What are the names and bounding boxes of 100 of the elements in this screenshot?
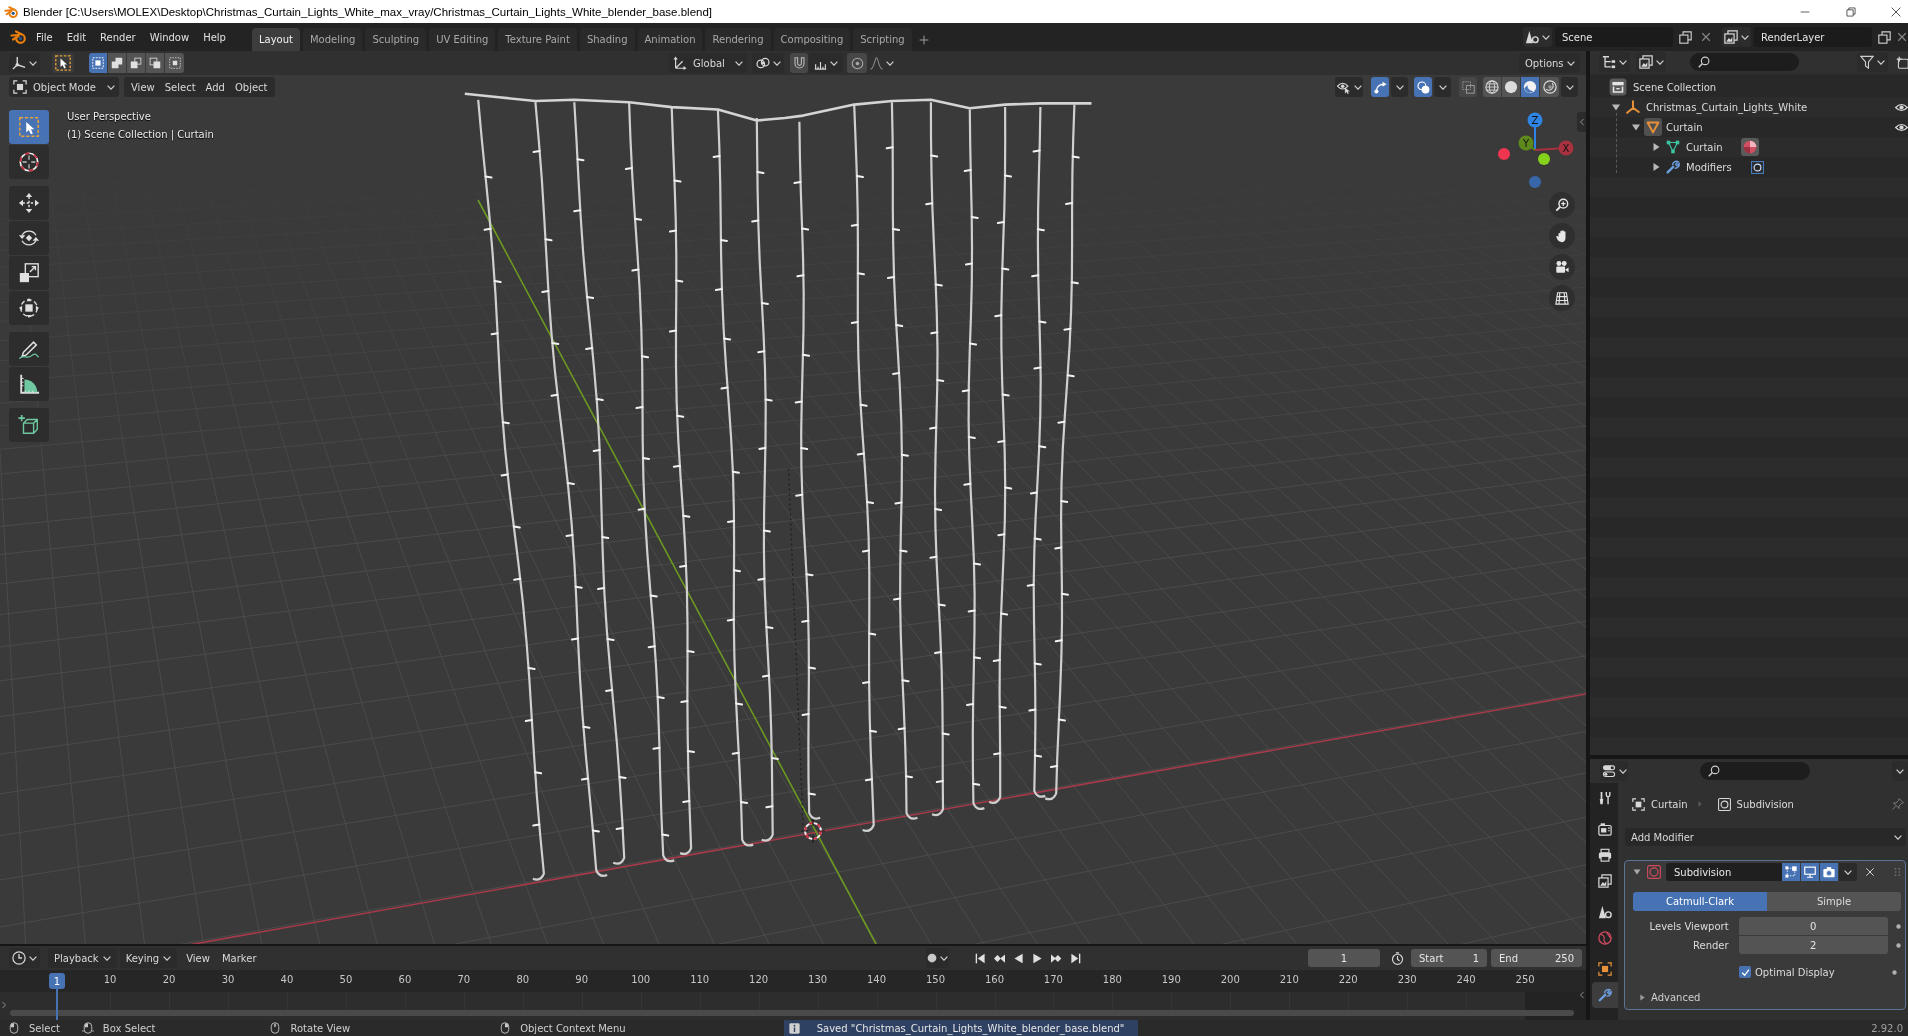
- workspace-tab[interactable]: Animation: [637, 28, 703, 51]
- expand-arrow-icon[interactable]: [1639, 993, 1646, 1001]
- collapse-arrow-icon[interactable]: [1612, 103, 1620, 111]
- modifier-name-field[interactable]: Subdivision: [1666, 863, 1782, 881]
- tool-button[interactable]: [9, 110, 49, 144]
- visibility-dropdown[interactable]: [1335, 77, 1363, 97]
- light-curtain-drawing[interactable]: [464, 92, 1092, 881]
- menu-dropdown[interactable]: Playback: [48, 948, 117, 968]
- menu-item[interactable]: Help: [196, 26, 233, 48]
- tool-button[interactable]: [9, 221, 49, 255]
- tool-button[interactable]: [9, 291, 49, 325]
- filter-dropdown[interactable]: [1857, 52, 1888, 72]
- tool-button[interactable]: [9, 408, 49, 442]
- outliner-item[interactable]: Modifiers: [1686, 161, 1732, 173]
- workspace-tab[interactable]: Scripting: [853, 28, 912, 51]
- tool-button[interactable]: [9, 145, 49, 179]
- active-tool-button[interactable]: [52, 53, 74, 73]
- menu-item[interactable]: Add: [200, 77, 230, 97]
- tool-button[interactable]: [9, 186, 49, 220]
- perspective-toggle-button[interactable]: [1549, 285, 1575, 311]
- render-toggle[interactable]: [1820, 863, 1839, 881]
- subdivision-type-button[interactable]: Simple: [1767, 892, 1901, 911]
- negative-y-handle[interactable]: [1538, 153, 1550, 165]
- overlay-options-dropdown[interactable]: [1434, 77, 1451, 97]
- workspace-tab[interactable]: Rendering: [705, 28, 771, 51]
- y-axis-handle[interactable]: Y: [1518, 135, 1536, 151]
- negative-x-handle[interactable]: [1498, 148, 1510, 160]
- camera-view-button[interactable]: [1549, 254, 1575, 280]
- expand-arrow-icon[interactable]: [1652, 143, 1660, 151]
- search-field[interactable]: [1690, 53, 1799, 71]
- menu-item[interactable]: Marker: [215, 948, 263, 968]
- menu-item[interactable]: View: [126, 77, 160, 97]
- menu-item[interactable]: Select: [159, 77, 201, 97]
- mode-dropdown[interactable]: Object Mode: [9, 77, 119, 97]
- horizontal-scrollbar[interactable]: [10, 1010, 1574, 1016]
- pan-button[interactable]: [1549, 223, 1575, 249]
- search-field[interactable]: [1700, 762, 1810, 780]
- workspace-tab[interactable]: Modeling: [302, 28, 363, 51]
- select-mode-button[interactable]: [165, 53, 184, 73]
- current-frame-field[interactable]: 1: [1308, 949, 1380, 967]
- menu-item[interactable]: Edit: [59, 26, 94, 48]
- workspace-tab[interactable]: Sculpting: [365, 28, 427, 51]
- menu-item[interactable]: Render: [93, 26, 143, 48]
- gizmo-options-dropdown[interactable]: [1391, 77, 1408, 97]
- menu-item[interactable]: Object: [229, 77, 273, 97]
- snap-target-dropdown[interactable]: [809, 53, 843, 73]
- checkbox[interactable]: [1739, 966, 1751, 978]
- outliner-item[interactable]: Curtain: [1666, 121, 1703, 133]
- pivot-dropdown[interactable]: [752, 53, 784, 73]
- view-layer-name-field[interactable]: RenderLayer: [1754, 27, 1872, 47]
- options-dropdown[interactable]: [1892, 761, 1908, 781]
- tool-button[interactable]: [9, 332, 49, 366]
- subpanel-header[interactable]: Advanced: [1651, 991, 1701, 1003]
- zoom-button[interactable]: [1549, 192, 1575, 218]
- sidebar-toggle[interactable]: [1577, 112, 1586, 132]
- view-layer-browse-button[interactable]: [1722, 27, 1751, 47]
- workspace-tab[interactable]: Layout: [251, 28, 300, 51]
- shading-mode-button[interactable]: [1521, 77, 1540, 97]
- menu-item[interactable]: View: [180, 948, 216, 968]
- modifier-menu-dropdown[interactable]: [1839, 863, 1857, 881]
- proportional-edit-toggle[interactable]: [847, 53, 867, 73]
- subdivision-type-button[interactable]: Catmull-Clark: [1633, 892, 1767, 911]
- overlay-toggle[interactable]: [1414, 77, 1432, 97]
- workspace-tab[interactable]: Compositing: [773, 28, 851, 51]
- negative-z-handle[interactable]: [1529, 176, 1541, 188]
- menu-dropdown[interactable]: Keying: [119, 948, 178, 968]
- workspace-tab[interactable]: Texture Paint: [498, 28, 577, 51]
- shading-options-dropdown[interactable]: [1561, 77, 1578, 97]
- editor-type-button[interactable]: [9, 948, 40, 968]
- 3d-viewport[interactable]: Global Options Object Mode View Select Add Object User Perspective (1) Scene Collection | Curtain Z Y X: [0, 51, 1586, 944]
- tool-button[interactable]: [9, 367, 49, 401]
- number-field[interactable]: 2: [1738, 936, 1888, 954]
- xray-toggle[interactable]: [1459, 77, 1477, 97]
- collapse-arrow-icon[interactable]: [1632, 123, 1640, 131]
- record-button[interactable]: [925, 948, 949, 968]
- scene-browse-button[interactable]: [1523, 27, 1552, 47]
- menu-item[interactable]: Window: [142, 26, 197, 48]
- tool-button[interactable]: [9, 256, 49, 290]
- select-mode-button[interactable]: [146, 53, 165, 73]
- select-mode-button[interactable]: [127, 53, 146, 73]
- options-dropdown[interactable]: Options: [1519, 53, 1580, 73]
- select-mode-button[interactable]: [108, 53, 127, 73]
- editor-type-button[interactable]: [9, 53, 40, 73]
- end-frame-field[interactable]: End 250: [1491, 949, 1582, 967]
- collapse-arrow-icon[interactable]: [1633, 868, 1641, 876]
- viewport-display-toggle[interactable]: [1801, 863, 1820, 881]
- add-modifier-dropdown[interactable]: Add Modifier: [1625, 828, 1906, 846]
- shading-mode-button[interactable]: [1540, 77, 1559, 97]
- workspace-tab[interactable]: UV Editing: [429, 28, 496, 51]
- menu-item[interactable]: File: [29, 26, 60, 48]
- select-mode-button[interactable]: [89, 53, 108, 73]
- orientation-dropdown[interactable]: Global: [669, 53, 747, 73]
- edit-mode-toggle[interactable]: [1782, 863, 1801, 881]
- workspace-tab[interactable]: Shading: [579, 28, 635, 51]
- gizmo-toggle[interactable]: [1371, 77, 1389, 97]
- number-field[interactable]: 0: [1738, 917, 1888, 935]
- shading-mode-button[interactable]: [1483, 77, 1502, 97]
- snap-toggle[interactable]: [790, 53, 808, 73]
- shading-mode-button[interactable]: [1502, 77, 1521, 97]
- 3d-cursor-icon[interactable]: [800, 818, 826, 844]
